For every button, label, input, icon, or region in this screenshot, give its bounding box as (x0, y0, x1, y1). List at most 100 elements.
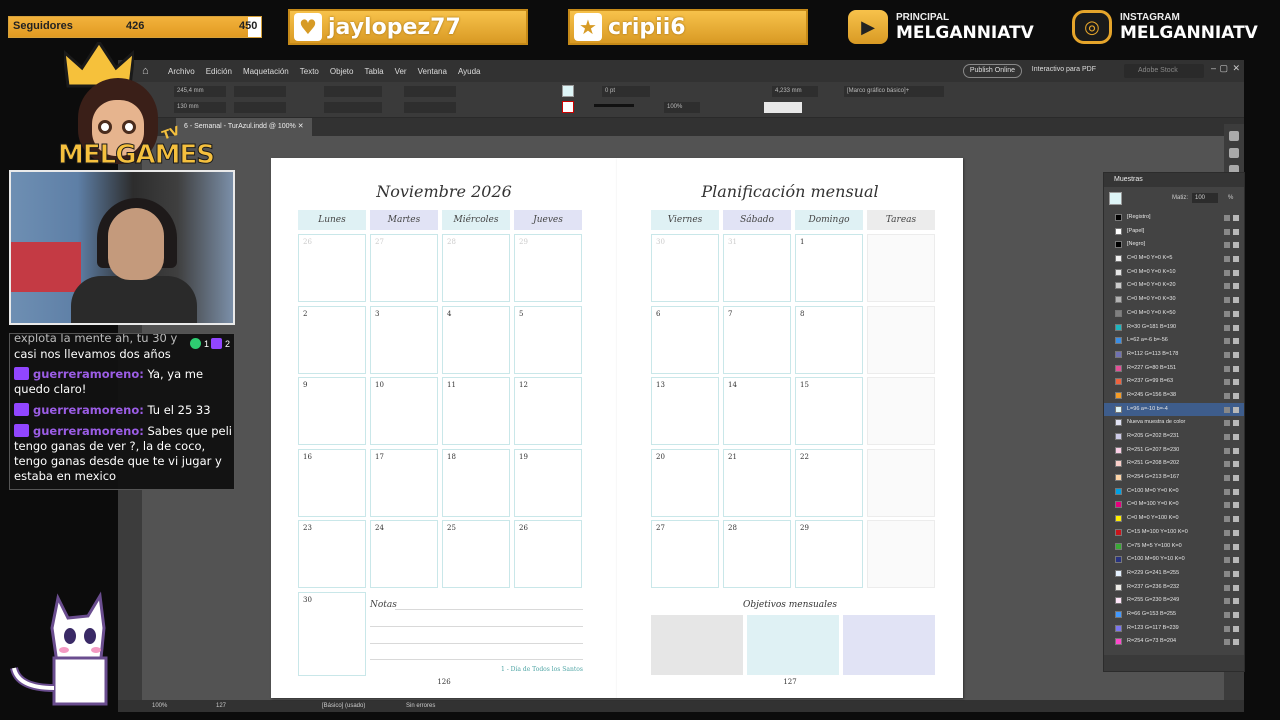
swatch-row[interactable]: R=254 G=73 B=204 (1104, 635, 1244, 649)
day-cell[interactable]: 14 (723, 377, 791, 445)
width-field[interactable] (234, 86, 286, 97)
gap-field[interactable]: 4,233 mm (772, 86, 818, 97)
day-cell[interactable]: 28 (442, 234, 510, 302)
swatch-row[interactable]: R=66 G=153 B=255 (1104, 608, 1244, 622)
swatch-row[interactable]: R=229 G=241 B=255 (1104, 567, 1244, 581)
swatch-row[interactable]: L=62 a=-6 b=-56 (1104, 334, 1244, 348)
menu-tabla[interactable]: Tabla (364, 67, 383, 76)
swatch-row[interactable]: R=254 G=213 B=167 (1104, 471, 1244, 485)
swatch-row[interactable]: C=0 M=0 Y=100 K=0 (1104, 512, 1244, 526)
stroke-type-preview[interactable] (594, 104, 634, 107)
swatch-row[interactable]: C=0 M=0 Y=0 K=30 (1104, 293, 1244, 307)
day-cell[interactable]: 7 (723, 305, 791, 374)
day-cell[interactable]: 25 (442, 520, 510, 588)
swatch-row[interactable]: C=0 M=0 Y=0 K=10 (1104, 266, 1244, 280)
fill-swatch[interactable] (562, 85, 574, 97)
swatch-row[interactable]: C=75 M=5 Y=100 K=0 (1104, 540, 1244, 554)
adobe-stock-search[interactable]: Adobe Stock (1124, 64, 1204, 78)
swatch-row[interactable]: C=100 M=90 Y=10 K=0 (1104, 553, 1244, 567)
menu-texto[interactable]: Texto (300, 67, 319, 76)
layers-icon[interactable] (1229, 148, 1239, 158)
stroke-swatch[interactable] (562, 101, 574, 113)
fill-stroke-icon[interactable] (1109, 192, 1122, 205)
day-cell[interactable]: 22 (795, 448, 863, 517)
swatch-row[interactable]: R=255 G=230 B=249 (1104, 594, 1244, 608)
day-cell[interactable]: 26 (514, 520, 582, 588)
close-icon[interactable]: ✕ (1232, 63, 1240, 74)
workspace-select[interactable]: Interactivo para PDF (1032, 66, 1096, 73)
day-cell[interactable]: 26 (298, 234, 366, 302)
scale-x-field[interactable] (324, 86, 382, 97)
day-cell[interactable]: 21 (723, 448, 791, 517)
shear-field[interactable] (404, 102, 456, 113)
day-cell[interactable]: 30 (651, 234, 719, 302)
day-cell[interactable]: 4 (442, 305, 510, 374)
swatch-row[interactable]: R=30 G=181 B=190 (1104, 321, 1244, 335)
day-cell[interactable]: 1 (795, 234, 863, 302)
menu-maquetacion[interactable]: Maquetación (243, 67, 289, 76)
swatch-row[interactable]: R=205 G=202 B=231 (1104, 430, 1244, 444)
swatch-row[interactable]: C=0 M=100 Y=0 K=0 (1104, 498, 1244, 512)
day-cell[interactable]: 29 (514, 234, 582, 302)
swatch-row[interactable]: R=245 G=156 B=38 (1104, 389, 1244, 403)
swatch-row[interactable]: C=0 M=0 Y=0 K=5 (1104, 252, 1244, 266)
close-tab-icon[interactable]: ✕ (298, 123, 304, 130)
menu-ver[interactable]: Ver (395, 67, 407, 76)
day-cell[interactable]: 15 (795, 377, 863, 445)
swatch-row[interactable]: R=237 G=99 B=63 (1104, 375, 1244, 389)
master-style[interactable]: [Básico] (usado) (322, 700, 365, 712)
swatch-row[interactable]: R=112 G=113 B=178 (1104, 348, 1244, 362)
day-cell[interactable]: 13 (651, 377, 719, 445)
day-cell[interactable]: 16 (298, 448, 366, 517)
day-cell[interactable]: 8 (795, 305, 863, 374)
day-cell[interactable]: 23 (298, 520, 366, 588)
day-cell[interactable]: 27 (370, 234, 438, 302)
minimize-icon[interactable]: – (1211, 63, 1216, 73)
task-cell[interactable] (867, 234, 935, 302)
home-icon[interactable]: ⌂ (142, 65, 156, 77)
day-cell[interactable]: 2 (298, 305, 366, 374)
day-cell[interactable]: 11 (442, 377, 510, 445)
day-cell[interactable]: 9 (298, 377, 366, 445)
swatch-row[interactable]: C=100 M=0 Y=0 K=0 (1104, 485, 1244, 499)
page-field[interactable]: 127 (216, 700, 226, 712)
day-cell[interactable]: 5 (514, 305, 582, 374)
swatch-row[interactable]: [Papel] (1104, 225, 1244, 239)
day-cell[interactable]: 6 (651, 305, 719, 374)
menu-edicion[interactable]: Edición (206, 67, 232, 76)
swatch-row[interactable]: R=123 G=117 B=239 (1104, 622, 1244, 636)
task-cell[interactable] (867, 520, 935, 588)
swatch-row[interactable]: L=96 a=-10 b=-4 (1104, 402, 1244, 417)
document-tab[interactable]: 6 - Semanal - TurAzul.indd @ 100% ✕ (176, 118, 312, 136)
day-cell[interactable]: 29 (795, 520, 863, 588)
day-cell[interactable]: 17 (370, 448, 438, 517)
swatch-row[interactable]: R=251 G=207 B=230 (1104, 444, 1244, 458)
zoom-level[interactable]: 100% (152, 700, 167, 712)
day-cell[interactable]: 3 (370, 305, 438, 374)
swatch-row[interactable]: [Registro] (1104, 211, 1244, 225)
scale-y-field[interactable] (324, 102, 382, 113)
day-cell[interactable]: 27 (651, 520, 719, 588)
swatch-row[interactable]: R=227 G=80 B=151 (1104, 362, 1244, 376)
fill-preview-box[interactable] (764, 102, 802, 113)
stroke-weight-field[interactable]: 0 pt (602, 86, 650, 97)
swatches-panel-title[interactable]: Muestras (1104, 173, 1244, 187)
task-cell[interactable] (867, 305, 935, 374)
swatch-row[interactable]: C=15 M=100 Y=100 K=0 (1104, 526, 1244, 540)
object-style-select[interactable]: [Marco gráfico básico]+ (844, 86, 944, 97)
swatch-row[interactable]: R=237 G=236 B=232 (1104, 581, 1244, 595)
maximize-icon[interactable]: ▢ (1219, 63, 1228, 74)
swatch-row[interactable]: C=0 M=0 Y=0 K=20 (1104, 279, 1244, 293)
preflight-status[interactable]: Sin errores (406, 700, 435, 712)
rotate-field[interactable] (404, 86, 456, 97)
menu-ventana[interactable]: Ventana (418, 67, 447, 76)
publish-online-button[interactable]: Publish Online (962, 64, 1022, 78)
day-cell[interactable]: 20 (651, 448, 719, 517)
page-right[interactable]: Planificación mensual Viernes Sábado Dom… (617, 158, 963, 698)
day-cell[interactable]: 10 (370, 377, 438, 445)
menu-ayuda[interactable]: Ayuda (458, 67, 481, 76)
tint-input[interactable]: 100 (1192, 193, 1218, 203)
swatch-row[interactable]: Nueva muestra de color (1104, 416, 1244, 430)
day-cell[interactable]: 12 (514, 377, 582, 445)
swatch-row[interactable]: R=251 G=208 B=202 (1104, 457, 1244, 471)
